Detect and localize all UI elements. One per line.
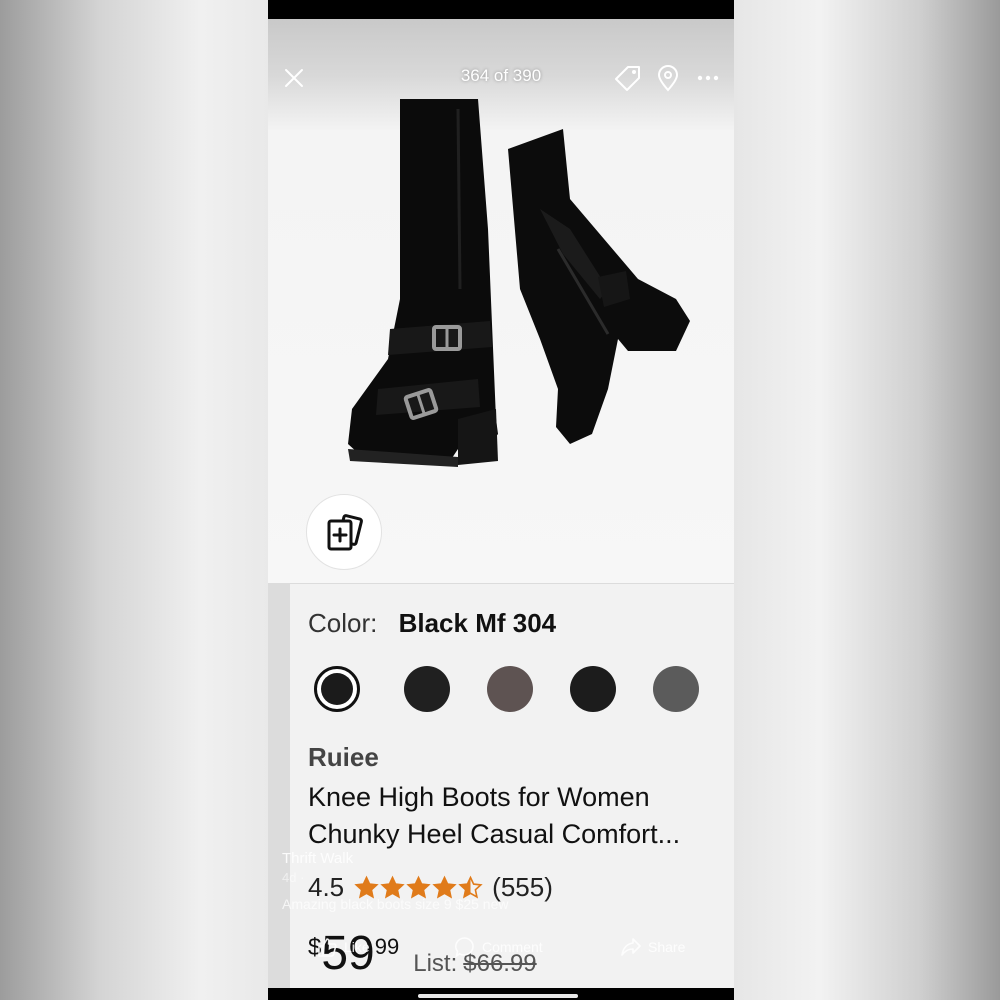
share-icon [621,938,641,956]
poster-name[interactable]: Thrift Walk [282,850,734,867]
share-label: Share [648,939,686,955]
color-swatch-2[interactable] [404,666,450,712]
comment-icon [455,937,474,958]
color-label: Color: [308,608,378,638]
color-row: Color: Black Mf 304 [308,608,556,639]
comment-button[interactable]: Comment [454,936,543,958]
post-actions: Like Comment Share [268,936,734,964]
product-card: Color: Black Mf 304 Ruiee Knee High Boot… [290,584,734,988]
boots-image [348,99,690,467]
location-pin-icon[interactable] [654,64,682,92]
like-label: Like [344,939,370,955]
post-caption: Amazing black boots size 9 $25 new [282,896,509,912]
close-icon[interactable] [282,66,306,90]
more-icon[interactable] [694,64,722,92]
photo-counter: 364 of 390 [460,66,542,85]
thumbs-up-icon [318,938,337,957]
tag-icon[interactable] [614,64,642,92]
color-swatch-5[interactable] [653,666,699,712]
product-title[interactable]: Knee High Boots for Women Chunky Heel Ca… [308,779,734,853]
add-photo-button[interactable] [306,494,382,570]
add-photo-icon [327,514,363,551]
brand-name[interactable]: Ruiee [308,742,379,773]
like-button[interactable]: Like [316,936,370,958]
home-indicator[interactable] [418,994,578,998]
post-meta: 4d · [282,870,305,885]
phone-screen: 364 of 390 Color: Black Mf 304 Ruiee Kne… [268,0,734,1000]
color-swatch-3[interactable] [487,666,533,712]
comment-label: Comment [482,939,543,955]
home-bar [268,988,734,1000]
color-swatch-4[interactable] [570,666,616,712]
viewer-header: 364 of 390 [268,58,734,98]
color-swatch-1[interactable] [314,666,360,712]
product-title-line-1: Knee High Boots for Women [308,782,650,812]
product-title-line-2: Chunky Heel Casual Comfort... [308,819,681,849]
color-value: Black Mf 304 [398,608,557,638]
status-bar [268,0,734,19]
share-button[interactable]: Share [620,936,685,958]
